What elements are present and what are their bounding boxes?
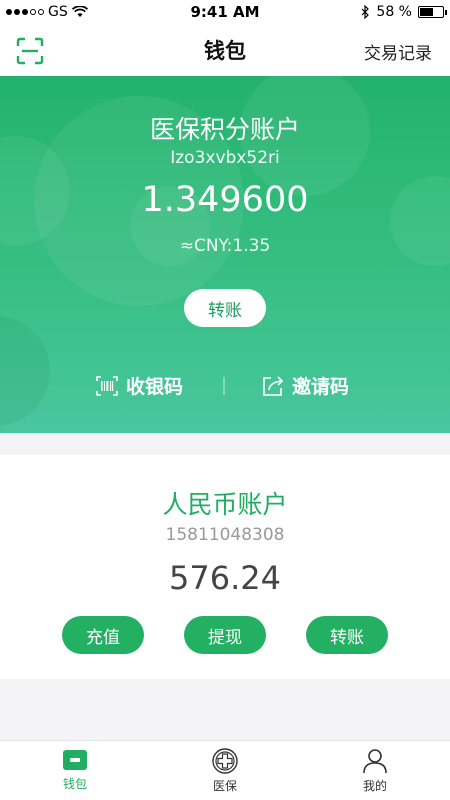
rmb-account-title: 人民币账户: [162, 490, 288, 519]
wifi-icon: [71, 6, 88, 17]
points-transfer-button[interactable]: 转账: [184, 289, 266, 327]
bluetooth-icon: [361, 5, 370, 19]
rmb-account-card: 人民币账户 15811048308 576.24 充值 提现 转账: [0, 455, 450, 679]
points-cny-equivalent: ≈CNY:1.35: [179, 236, 271, 256]
tab-medical[interactable]: 医保: [150, 741, 300, 800]
points-balance: 1.349600: [141, 180, 309, 220]
battery-icon: [418, 6, 447, 18]
rmb-balance: 576.24: [169, 559, 281, 597]
tab-profile-label: 我的: [362, 779, 387, 793]
barcode-icon: [96, 375, 118, 396]
status-left: GS: [6, 4, 361, 20]
status-right: 58 %: [361, 4, 447, 20]
wallet-icon: [63, 750, 87, 770]
nav-bar: 钱包 交易记录: [0, 24, 450, 76]
points-account-id: Izo3xvbx52ri: [170, 148, 280, 168]
receive-code-label: 收银码: [126, 376, 184, 398]
page-title: 钱包: [204, 39, 246, 63]
status-bar: GS 9:41 AM 58 %: [0, 0, 450, 24]
invite-code-label: 邀请码: [292, 376, 350, 398]
decor-bubble: [0, 316, 50, 426]
points-account-title: 医保积分账户: [149, 115, 300, 144]
tab-profile[interactable]: 我的: [300, 741, 450, 800]
transaction-history-button[interactable]: 交易记录: [364, 39, 432, 64]
medical-cross-icon: [212, 748, 238, 774]
withdraw-button[interactable]: 提现: [184, 616, 266, 654]
tab-bar: 钱包 医保 我的: [0, 740, 450, 800]
recharge-button[interactable]: 充值: [62, 616, 144, 654]
points-actions: 收银码 邀请码: [0, 372, 450, 402]
battery-percent: 58 %: [376, 4, 412, 20]
person-icon: [363, 749, 387, 774]
battery-fill: [420, 8, 433, 16]
tab-wallet[interactable]: 钱包: [0, 741, 150, 800]
carrier-name: GS: [48, 4, 68, 20]
signal-strength-icon: [6, 9, 44, 15]
tab-wallet-label: 钱包: [62, 777, 87, 791]
tab-medical-label: 医保: [212, 779, 237, 793]
share-icon: [263, 375, 284, 396]
actions-divider: [223, 377, 225, 395]
rmb-account-phone: 15811048308: [165, 525, 285, 545]
invite-code-button[interactable]: 邀请码: [262, 372, 349, 399]
points-account-card: 医保积分账户 Izo3xvbx52ri 1.349600 ≈CNY:1.35 转…: [0, 76, 450, 433]
scan-icon[interactable]: [16, 37, 44, 65]
receive-code-button[interactable]: 收银码: [96, 372, 183, 399]
rmb-transfer-button[interactable]: 转账: [306, 616, 388, 654]
